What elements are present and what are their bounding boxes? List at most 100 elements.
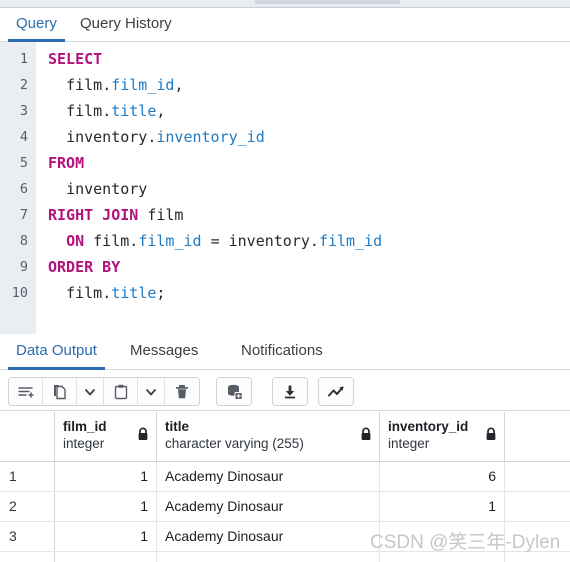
cell-filler xyxy=(505,462,570,491)
code-line: 9 ORDER BY xyxy=(0,254,570,280)
line-number: 2 xyxy=(19,77,28,93)
copy-icon xyxy=(51,383,69,401)
line-number: 7 xyxy=(19,207,28,223)
graph-visualiser-button[interactable] xyxy=(319,378,353,405)
results-toolbar xyxy=(0,371,570,411)
cell-title[interactable]: Academy Dinosaur xyxy=(157,462,380,491)
column-name: film_id xyxy=(63,419,107,434)
column-header-inventory-id[interactable]: inventory_id integer xyxy=(380,412,505,462)
line-source: inventory.inventory_id xyxy=(66,128,265,146)
edit-button-group xyxy=(8,377,200,406)
add-row-icon xyxy=(17,383,35,401)
line-number: 5 xyxy=(19,155,28,171)
cell-inventory-id[interactable] xyxy=(380,522,505,551)
cell-filler xyxy=(505,522,570,551)
table-row[interactable]: 3 1 Academy Dinosaur xyxy=(0,522,570,552)
row-number: 1 xyxy=(0,462,55,491)
tab-query-history[interactable]: Query History xyxy=(72,8,180,42)
line-source: inventory xyxy=(66,180,148,198)
line-number: 10 xyxy=(11,285,28,301)
copy-button[interactable] xyxy=(43,378,77,405)
cell-film-id[interactable] xyxy=(55,552,157,562)
cell-film-id[interactable]: 1 xyxy=(55,462,157,491)
tab-messages[interactable]: Messages xyxy=(122,334,206,370)
cell-film-id[interactable]: 1 xyxy=(55,522,157,551)
download-results-button[interactable] xyxy=(273,378,307,405)
lock-icon xyxy=(137,427,149,446)
line-number: 9 xyxy=(19,259,28,275)
lock-icon xyxy=(360,427,372,446)
download-button-group xyxy=(272,377,308,406)
line-source: film.film_id, xyxy=(66,76,184,94)
table-row-partial[interactable] xyxy=(0,552,570,562)
download-icon xyxy=(281,383,299,401)
paste-options-button[interactable] xyxy=(138,378,165,405)
column-type: integer xyxy=(63,436,105,451)
column-name: inventory_id xyxy=(388,419,469,434)
column-header-title[interactable]: title character varying (255) xyxy=(157,412,380,462)
cell-inventory-id[interactable] xyxy=(380,552,505,562)
database-save-icon xyxy=(225,383,244,401)
cell-title[interactable]: Academy Dinosaur xyxy=(157,522,380,551)
code-line: 6 inventory xyxy=(0,176,570,202)
window-top-strip xyxy=(0,0,570,8)
trash-icon xyxy=(173,383,191,401)
results-grid[interactable]: film_id integer title character varying … xyxy=(0,412,570,562)
top-strip-segment xyxy=(255,0,400,4)
line-source: ORDER BY xyxy=(48,258,121,276)
column-type: character varying (255) xyxy=(165,436,304,451)
line-source: FROM xyxy=(48,154,85,172)
lock-icon xyxy=(485,427,497,446)
tab-notifications[interactable]: Notifications xyxy=(233,334,331,370)
add-row-button[interactable] xyxy=(9,378,43,405)
cell-title[interactable] xyxy=(157,552,380,562)
code-line: 3 film.title, xyxy=(0,98,570,124)
cell-inventory-id[interactable]: 1 xyxy=(380,492,505,521)
column-header-film-id[interactable]: film_id integer xyxy=(55,412,157,462)
column-header-filler xyxy=(505,412,570,462)
row-number-header xyxy=(0,412,55,462)
column-type: integer xyxy=(388,436,430,451)
line-number: 4 xyxy=(19,129,28,145)
table-row[interactable]: 1 1 Academy Dinosaur 6 xyxy=(0,462,570,492)
cell-filler xyxy=(505,492,570,521)
column-name: title xyxy=(165,419,190,434)
table-row[interactable]: 2 1 Academy Dinosaur 1 xyxy=(0,492,570,522)
line-source: film.title; xyxy=(66,284,166,302)
line-number: 8 xyxy=(19,233,28,249)
row-number: 3 xyxy=(0,522,55,551)
paste-button[interactable] xyxy=(104,378,138,405)
line-source: RIGHT JOIN film xyxy=(48,206,184,224)
line-chart-icon xyxy=(326,383,346,401)
line-source: ON film.film_id = inventory.film_id xyxy=(66,232,383,250)
chevron-down-icon xyxy=(144,385,158,399)
line-number: 3 xyxy=(19,103,28,119)
cell-inventory-id[interactable]: 6 xyxy=(380,462,505,491)
code-line: 2 film.film_id, xyxy=(0,72,570,98)
code-line: 1 SELECT xyxy=(0,46,570,72)
paste-icon xyxy=(112,383,130,401)
cell-film-id[interactable]: 1 xyxy=(55,492,157,521)
cell-filler xyxy=(505,552,570,562)
row-number xyxy=(0,552,55,562)
graph-button-group xyxy=(318,377,354,406)
pgadmin-query-tool: Query Query History 1 SELECT 2 film.film… xyxy=(0,0,570,562)
output-tab-bar: Data Output Messages Notifications xyxy=(0,334,570,370)
copy-options-button[interactable] xyxy=(77,378,104,405)
line-number: 1 xyxy=(19,51,28,67)
save-data-changes-button[interactable] xyxy=(217,378,251,405)
code-line: 8 ON film.film_id = inventory.film_id xyxy=(0,228,570,254)
sql-code-area[interactable]: 1 SELECT 2 film.film_id, 3 film.title, 4… xyxy=(0,46,570,306)
delete-row-button[interactable] xyxy=(165,378,199,405)
save-button-group xyxy=(216,377,252,406)
line-source: SELECT xyxy=(48,50,103,68)
chevron-down-icon xyxy=(83,385,97,399)
code-line: 7 RIGHT JOIN film xyxy=(0,202,570,228)
cell-title[interactable]: Academy Dinosaur xyxy=(157,492,380,521)
tab-data-output[interactable]: Data Output xyxy=(8,334,105,370)
tab-query[interactable]: Query xyxy=(8,8,65,42)
code-line: 10 film.title; xyxy=(0,280,570,306)
code-line: 4 inventory.inventory_id xyxy=(0,124,570,150)
sql-editor[interactable]: 1 SELECT 2 film.film_id, 3 film.title, 4… xyxy=(0,42,570,334)
row-number: 2 xyxy=(0,492,55,521)
